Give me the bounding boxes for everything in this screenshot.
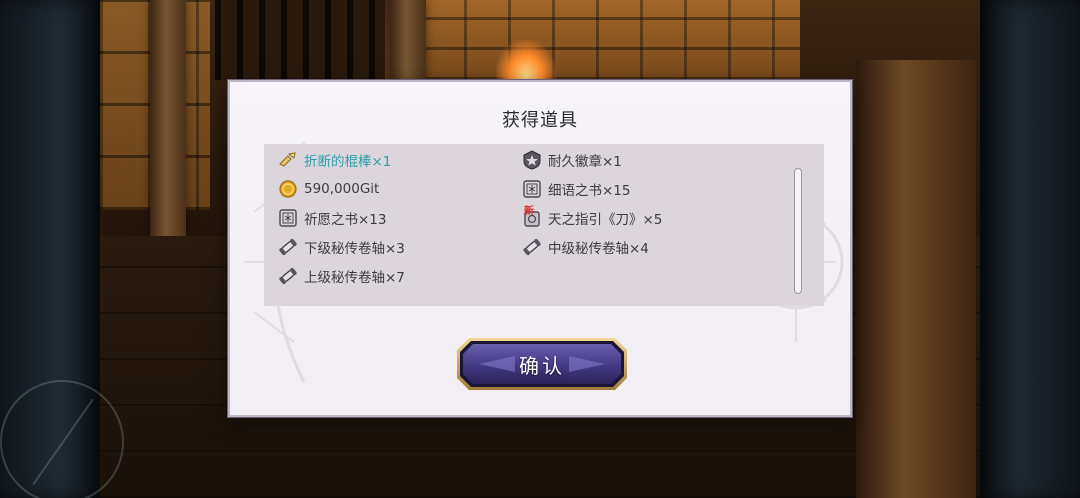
list-scrollbar[interactable] [794,168,802,294]
new-item-icon-wrap: 新 [522,206,548,228]
reward-item[interactable]: 细语之书×15 [522,177,631,201]
broken-club-icon [279,152,296,167]
side-wall-right [980,0,1080,498]
iron-gate [215,0,385,80]
reward-item[interactable]: 下级秘传卷轴×3 [278,235,405,259]
reward-dialog: 获得道具 折断的棍棒×1 耐久徽章×1 590,000Git 细语之书×15 祈… [228,80,852,417]
reward-list-panel[interactable]: 折断的棍棒×1 耐久徽章×1 590,000Git 细语之书×15 祈愿之书×1… [264,144,824,306]
reward-item-label: 下级秘传卷轴×3 [304,241,405,257]
gold-coin-icon [279,180,297,198]
book-icon [523,180,541,198]
reward-list: 折断的棍棒×1 耐久徽章×1 590,000Git 细语之书×15 祈愿之书×1… [264,144,784,306]
reward-item[interactable]: 耐久徽章×1 [522,148,622,172]
reward-item-label: 折断的棍棒×1 [304,154,392,170]
scroll-icon [279,238,297,256]
reward-item[interactable]: 新 天之指引《刀》×5 [522,206,662,230]
confirm-button-label: 确认 [519,353,565,378]
reward-item-label: 祈愿之书×13 [304,212,387,228]
pillar-right [856,60,976,498]
pillar-left [150,0,186,240]
pillar-center [390,0,426,80]
torch-fire [496,40,556,80]
durability-badge-icon [523,150,541,170]
dialog-title: 获得道具 [502,110,578,131]
reward-item[interactable]: 祈愿之书×13 [278,206,387,230]
reward-item-label: 590,000Git [304,181,380,197]
stone-wall-upper [420,0,800,80]
reward-item-label: 中级秘传卷轴×4 [548,241,649,257]
reward-item-label: 细语之书×15 [548,183,631,199]
reward-item[interactable]: 折断的棍棒×1 [278,148,391,172]
book-icon [279,209,297,227]
reward-item-label: 上级秘传卷轴×7 [304,270,405,286]
compass-decoration [0,380,124,498]
reward-item-label: 天之指引《刀》×5 [548,212,663,228]
new-badge: 新 [524,206,534,217]
reward-item[interactable]: 590,000Git [278,177,379,201]
reward-item[interactable]: 中级秘传卷轴×4 [522,235,649,259]
confirm-button[interactable]: 确认 [455,336,629,392]
reward-item[interactable]: 上级秘传卷轴×7 [278,264,405,288]
scroll-icon [523,238,541,256]
scroll-icon [279,267,297,285]
reward-item-label: 耐久徽章×1 [548,154,622,170]
